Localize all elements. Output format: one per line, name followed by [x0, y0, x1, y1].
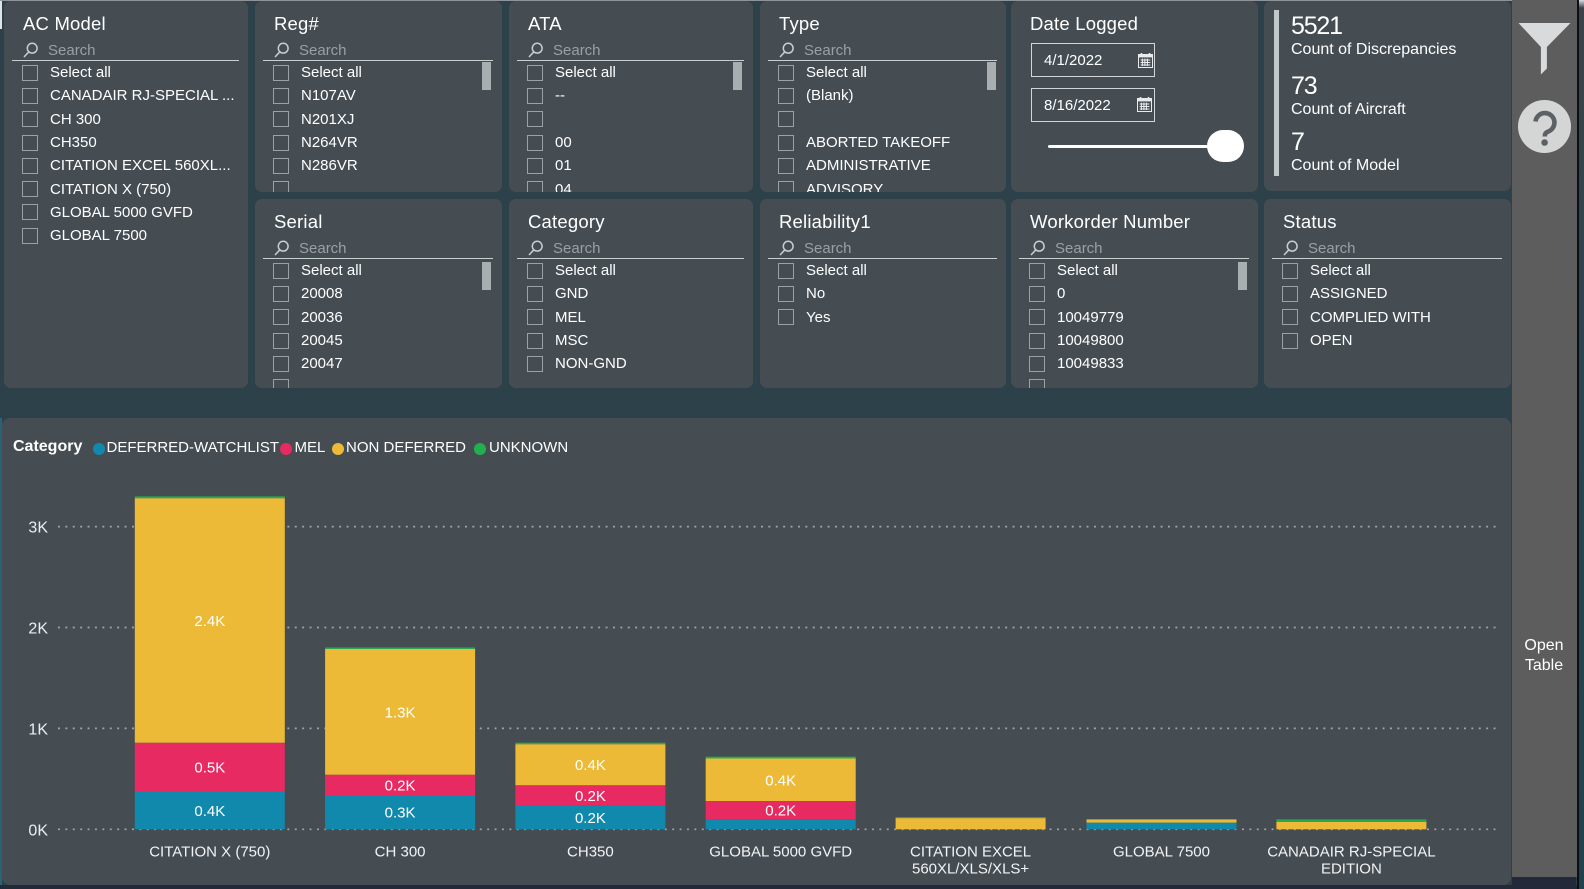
- svg-text:GLOBAL 5000 GVFD: GLOBAL 5000 GVFD: [709, 843, 852, 860]
- svg-text:0.4K: 0.4K: [765, 772, 796, 789]
- svg-text:0.2K: 0.2K: [575, 788, 606, 805]
- svg-text:0.2K: 0.2K: [385, 777, 416, 794]
- svg-text:CH 300: CH 300: [375, 843, 426, 860]
- svg-text:2.4K: 2.4K: [194, 613, 225, 630]
- svg-text:GLOBAL 7500: GLOBAL 7500: [1113, 843, 1210, 860]
- svg-text:CH350: CH350: [567, 843, 614, 860]
- svg-text:CANADAIR RJ-SPECIAL: CANADAIR RJ-SPECIAL: [1267, 843, 1435, 860]
- svg-text:1K: 1K: [28, 721, 48, 738]
- svg-text:2K: 2K: [28, 621, 48, 638]
- svg-text:560XL/XLS/XLS+: 560XL/XLS/XLS+: [912, 860, 1029, 877]
- svg-text:0.3K: 0.3K: [385, 805, 416, 822]
- svg-text:0.2K: 0.2K: [575, 810, 606, 827]
- svg-text:3K: 3K: [28, 520, 48, 537]
- svg-text:0.4K: 0.4K: [575, 757, 606, 774]
- svg-text:EDITION: EDITION: [1321, 860, 1382, 877]
- svg-text:0.5K: 0.5K: [194, 760, 225, 777]
- svg-text:CITATION X (750): CITATION X (750): [149, 843, 270, 860]
- svg-text:0.2K: 0.2K: [765, 803, 796, 820]
- svg-text:0K: 0K: [28, 822, 48, 839]
- svg-text:0.4K: 0.4K: [194, 803, 225, 820]
- svg-text:1.3K: 1.3K: [385, 704, 416, 721]
- svg-text:CITATION EXCEL: CITATION EXCEL: [910, 843, 1031, 860]
